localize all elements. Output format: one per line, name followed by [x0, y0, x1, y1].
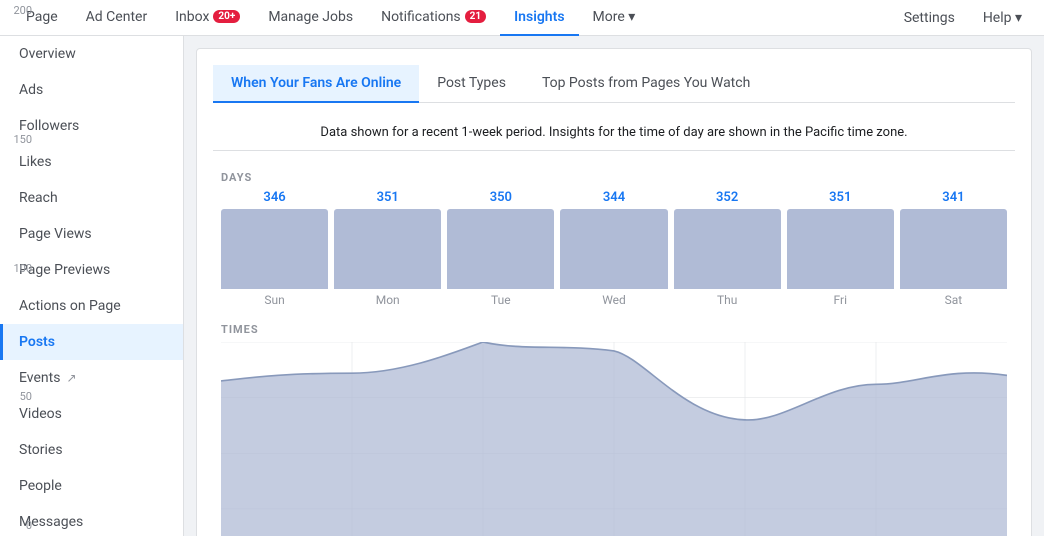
nav-ad-center[interactable]: Ad Center: [72, 0, 162, 36]
nav-manage-jobs[interactable]: Manage Jobs: [254, 0, 367, 36]
day-bar: [900, 209, 1007, 289]
tab-top-posts[interactable]: Top Posts from Pages You Watch: [524, 65, 768, 103]
day-name: Wed: [602, 293, 626, 307]
main-content: When Your Fans Are Online Post Types Top…: [184, 36, 1044, 536]
day-column: 341 Sat: [900, 190, 1007, 307]
nav-help[interactable]: Help ▾: [973, 0, 1032, 36]
day-bar: [674, 209, 781, 289]
day-column: 344 Wed: [560, 190, 667, 307]
nav-right: Settings Help ▾: [894, 0, 1032, 36]
notifications-badge: 21: [465, 10, 486, 23]
chart-with-axes: 200150100500: [221, 342, 1007, 536]
day-name: Sun: [264, 293, 284, 307]
nav-more[interactable]: More ▾: [579, 0, 650, 36]
day-value: 351: [829, 190, 851, 205]
day-value: 344: [603, 190, 625, 205]
day-column: 352 Thu: [674, 190, 781, 307]
day-bar: [447, 209, 554, 289]
days-label: DAYS: [221, 171, 1007, 184]
layout: Overview Ads Followers Likes Reach Page …: [0, 36, 1044, 536]
nav-notifications[interactable]: Notifications 21: [367, 0, 500, 36]
day-column: 346 Sun: [221, 190, 328, 307]
days-section: DAYS 346 Sun 351 Mon 350 Tue 344 Wed 352…: [213, 163, 1015, 307]
nav-settings[interactable]: Settings: [894, 0, 965, 36]
tab-post-types[interactable]: Post Types: [419, 65, 524, 103]
tab-when-fans-online[interactable]: When Your Fans Are Online: [213, 65, 419, 103]
top-nav: Page Ad Center Inbox 20+ Manage Jobs Not…: [0, 0, 1044, 36]
day-bar: [560, 209, 667, 289]
times-section: TIMES 200150100500: [213, 315, 1015, 536]
day-value: 351: [377, 190, 399, 205]
day-column: 351 Fri: [787, 190, 894, 307]
times-chart-svg: [221, 342, 1007, 536]
times-label: TIMES: [221, 323, 1007, 336]
external-link-icon: ↗: [66, 371, 76, 385]
day-name: Fri: [834, 293, 847, 307]
day-value: 346: [263, 190, 285, 205]
inbox-badge: 20+: [213, 10, 240, 23]
day-value: 352: [716, 190, 738, 205]
day-value: 350: [490, 190, 512, 205]
day-column: 350 Tue: [447, 190, 554, 307]
days-bars: 346 Sun 351 Mon 350 Tue 344 Wed 352 Thu …: [221, 190, 1007, 307]
day-name: Tue: [491, 293, 511, 307]
day-value: 341: [942, 190, 964, 205]
nav-inbox[interactable]: Inbox 20+: [161, 0, 254, 36]
tab-bar: When Your Fans Are Online Post Types Top…: [213, 65, 1015, 103]
day-bar: [787, 209, 894, 289]
day-bar: [221, 209, 328, 289]
day-name: Thu: [717, 293, 737, 307]
nav-insights[interactable]: Insights: [500, 0, 578, 36]
day-name: Mon: [376, 293, 400, 307]
day-name: Sat: [945, 293, 963, 307]
day-bar: [334, 209, 441, 289]
info-bar: Data shown for a recent 1-week period. I…: [213, 115, 1015, 151]
content-card: When Your Fans Are Online Post Types Top…: [196, 48, 1032, 536]
chart-inner: 3:00 AM6:00 AM9:00 AM3:00 PM6:00 PM9:00 …: [221, 342, 1007, 536]
day-column: 351 Mon: [334, 190, 441, 307]
nav-items: Page Ad Center Inbox 20+ Manage Jobs Not…: [12, 0, 894, 36]
